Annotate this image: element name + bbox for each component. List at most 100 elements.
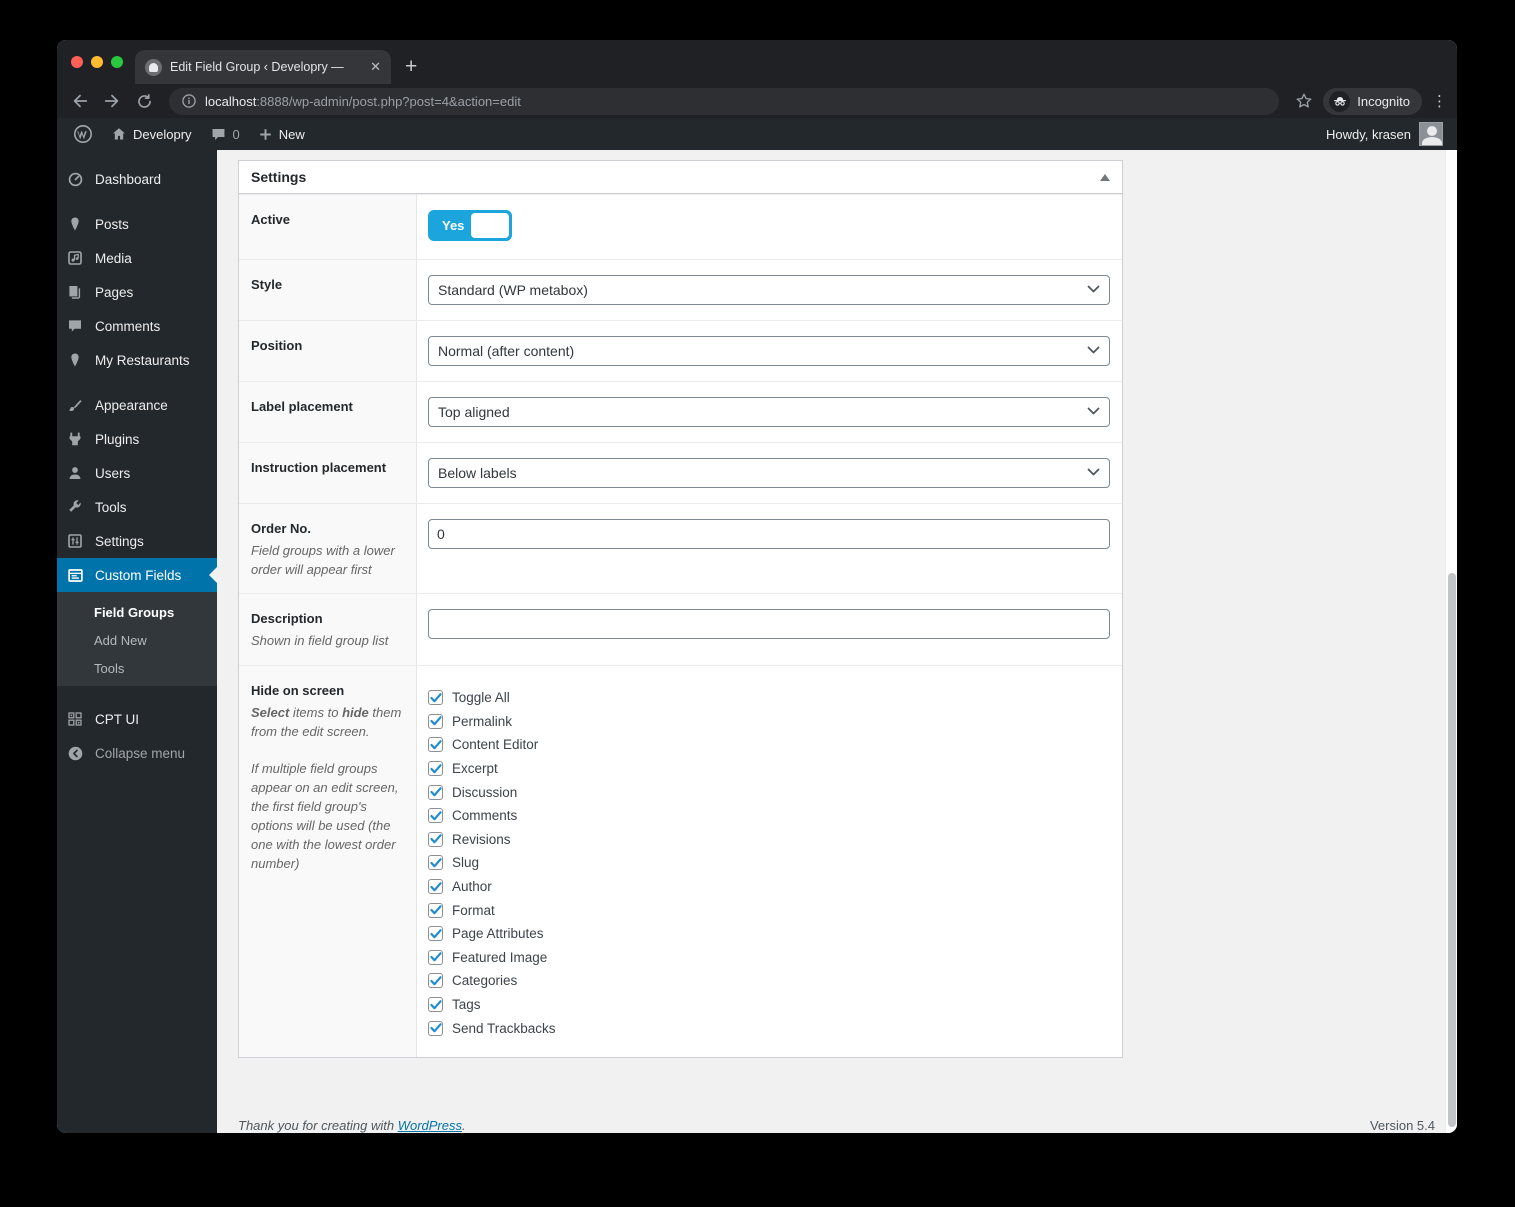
hide-option-row[interactable]: Revisions (428, 828, 1110, 852)
checkbox-checked-icon[interactable] (428, 808, 443, 824)
sidebar-item-my-restaurants[interactable]: My Restaurants (57, 343, 217, 377)
sidebar-item-appearance[interactable]: Appearance (57, 388, 217, 422)
sidebar-item-pages[interactable]: Pages (57, 275, 217, 309)
style-select[interactable]: Standard (WP metabox) (428, 275, 1110, 305)
checkbox-checked-icon[interactable] (428, 831, 443, 847)
minimize-window-button[interactable] (91, 56, 103, 68)
custom-fields-icon (65, 567, 85, 584)
checkbox-checked-icon[interactable] (428, 926, 443, 942)
field-row-label-placement: Label placement Top aligned (239, 381, 1122, 442)
checkbox-checked-icon[interactable] (428, 973, 443, 989)
tab-close-icon[interactable]: ✕ (370, 59, 381, 75)
checkbox-checked-icon[interactable] (428, 997, 443, 1013)
scrollbar-thumb[interactable] (1448, 573, 1456, 1127)
zoom-window-button[interactable] (111, 56, 123, 68)
collapse-panel-icon[interactable] (1100, 173, 1110, 181)
sidebar-item-media[interactable]: Media (57, 241, 217, 275)
page-scrollbar[interactable] (1445, 150, 1457, 1133)
sidebar-item-dashboard[interactable]: Dashboard (57, 162, 217, 196)
incognito-label: Incognito (1357, 93, 1410, 109)
hide-option-label: Slug (452, 855, 480, 871)
browser-tab[interactable]: Edit Field Group ‹ Developry — ✕ (135, 50, 391, 84)
field-row-style: Style Standard (WP metabox) (239, 259, 1122, 320)
hide-option-row[interactable]: Send Trackbacks (428, 1016, 1110, 1040)
wp-admin-bar: Developry 0 New Howdy, krasen (57, 118, 1457, 150)
sidebar-item-custom-fields[interactable]: Custom Fields (57, 558, 217, 592)
order-input[interactable] (428, 519, 1110, 549)
site-link[interactable]: Developry (103, 118, 200, 150)
comments-shortcut[interactable]: 0 (202, 118, 248, 150)
field-label: Active (251, 212, 291, 227)
panel-title: Settings (251, 169, 307, 185)
back-icon[interactable] (67, 88, 93, 114)
active-toggle[interactable]: Yes (428, 210, 512, 241)
reload-icon[interactable] (131, 88, 157, 114)
checkbox-checked-icon[interactable] (428, 784, 443, 800)
hide-option-row[interactable]: Categories (428, 969, 1110, 993)
checkbox-checked-icon[interactable] (428, 1020, 443, 1036)
howdy-text[interactable]: Howdy, krasen (1326, 127, 1411, 142)
chevron-down-icon (1087, 346, 1100, 354)
user-avatar[interactable] (1419, 122, 1443, 146)
appearance-brush-icon (65, 397, 85, 413)
hide-option-label: Revisions (452, 831, 511, 847)
forward-icon[interactable] (99, 88, 125, 114)
hide-option-label: Content Editor (452, 737, 539, 753)
checkbox-checked-icon[interactable] (428, 737, 443, 753)
wp-admin-menu: Dashboard Posts Media Pages Comments My … (57, 150, 217, 1133)
url-host: localhost (205, 93, 257, 109)
wp-logo-icon[interactable] (65, 118, 101, 150)
pages-icon (65, 284, 85, 300)
sidebar-item-posts[interactable]: Posts (57, 207, 217, 241)
hide-option-row[interactable]: Featured Image (428, 946, 1110, 970)
sidebar-item-cpt-ui[interactable]: CPT UI (57, 702, 217, 736)
new-tab-button[interactable]: + (405, 56, 417, 77)
checkbox-checked-icon[interactable] (428, 713, 443, 729)
sidebar-item-plugins[interactable]: Plugins (57, 422, 217, 456)
checkbox-checked-icon[interactable] (428, 879, 443, 895)
hide-option-row[interactable]: Discussion (428, 780, 1110, 804)
select-value: Standard (WP metabox) (438, 282, 588, 298)
hide-option-row[interactable]: Tags (428, 993, 1110, 1017)
hide-option-row[interactable]: Permalink (428, 710, 1110, 734)
close-window-button[interactable] (71, 56, 83, 68)
sidebar-item-users[interactable]: Users (57, 456, 217, 490)
hide-option-row[interactable]: Excerpt (428, 757, 1110, 781)
url-bar[interactable]: localhost:8888/wp-admin/post.php?post=4&… (169, 87, 1280, 115)
hide-option-row[interactable]: Format (428, 898, 1110, 922)
checkbox-checked-icon[interactable] (428, 690, 443, 706)
comment-bubble-icon (212, 128, 224, 140)
checkbox-checked-icon[interactable] (428, 949, 443, 965)
submenu-field-groups[interactable]: Field Groups (57, 598, 217, 626)
hide-option-row[interactable]: Author (428, 875, 1110, 899)
url-path: :8888/wp-admin/post.php?post=4&action=ed… (256, 93, 521, 109)
checkbox-checked-icon[interactable] (428, 855, 443, 871)
checkbox-checked-icon[interactable] (428, 761, 443, 777)
submenu-add-new[interactable]: Add New (57, 626, 217, 654)
new-content-button[interactable]: New (250, 118, 313, 150)
tab-title: Edit Field Group ‹ Developry — (170, 60, 344, 74)
dashboard-icon (65, 171, 85, 188)
description-input[interactable] (428, 609, 1110, 639)
hide-option-row[interactable]: Comments (428, 804, 1110, 828)
toggle-knob[interactable] (471, 213, 509, 238)
submenu-tools[interactable]: Tools (57, 654, 217, 682)
position-select[interactable]: Normal (after content) (428, 336, 1110, 366)
sidebar-item-comments[interactable]: Comments (57, 309, 217, 343)
wordpress-link[interactable]: WordPress (398, 1118, 462, 1133)
settings-panel-header[interactable]: Settings (239, 161, 1122, 194)
collapse-menu-button[interactable]: Collapse menu (57, 736, 217, 770)
hide-option-row[interactable]: Content Editor (428, 733, 1110, 757)
field-row-description: Description Shown in field group list (239, 593, 1122, 665)
browser-menu-icon[interactable]: ⋮ (1432, 92, 1447, 110)
hide-option-row[interactable]: Page Attributes (428, 922, 1110, 946)
hide-option-row[interactable]: Slug (428, 851, 1110, 875)
instruction-placement-select[interactable]: Below labels (428, 458, 1110, 488)
hide-option-row[interactable]: Toggle All (428, 686, 1110, 710)
field-label: Order No. (251, 521, 311, 536)
label-placement-select[interactable]: Top aligned (428, 397, 1110, 427)
bookmark-star-icon[interactable] (1291, 88, 1317, 114)
checkbox-checked-icon[interactable] (428, 902, 443, 918)
sidebar-item-tools[interactable]: Tools (57, 490, 217, 524)
sidebar-item-settings[interactable]: Settings (57, 524, 217, 558)
